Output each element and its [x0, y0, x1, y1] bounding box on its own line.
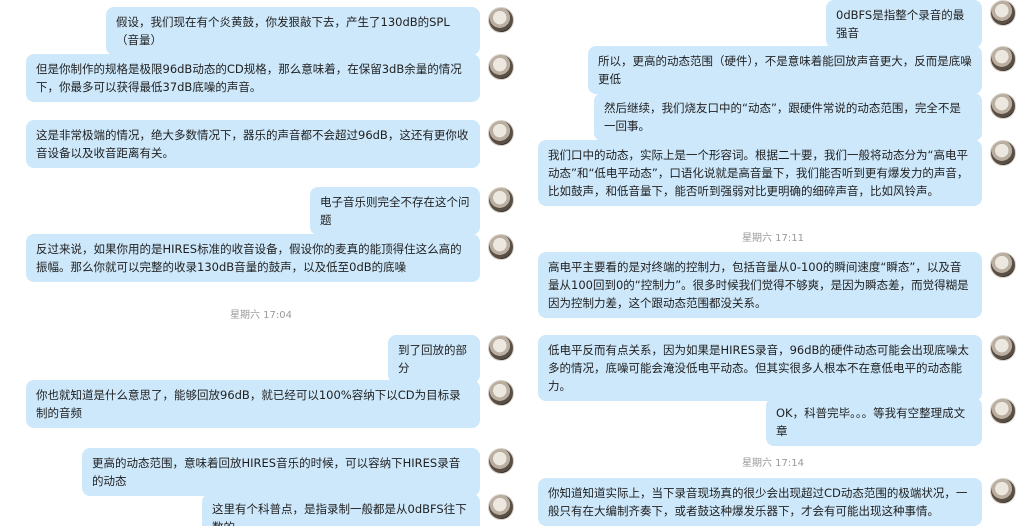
chat-panel-left: 假设，我们现在有个炎黄鼓，你发狠敲下去，产生了130dB的SPL（音量） 但是你…	[0, 0, 522, 526]
user-avatar[interactable]	[488, 448, 514, 474]
message-bubble[interactable]: 但是你制作的规格是极限96dB动态的CD规格，那么意味着，在保留3dB余量的情况…	[26, 54, 480, 102]
message-row: 假设，我们现在有个炎黄鼓，你发狠敲下去，产生了130dB的SPL（音量）	[106, 7, 514, 55]
user-avatar[interactable]	[488, 234, 514, 260]
timestamp: 星期六 17:14	[742, 458, 804, 469]
message-bubble[interactable]: 这里有个科普点，是指录制一般都是从0dBFS往下数的	[202, 494, 480, 526]
message-row: 你知道知道实际上，当下录音现场真的很少会出现超过CD动态范围的极端状况，一般只有…	[538, 478, 1016, 526]
message-row: 到了回放的部分	[388, 335, 514, 383]
message-bubble[interactable]: 你也就知道是什么意思了，能够回放96dB，就已经可以100%容纳下以CD为目标录…	[26, 380, 480, 428]
message-row: 我们口中的动态，实际上是一个形容词。根据二十要，我们一般将动态分为“高电平动态”…	[538, 140, 1016, 206]
user-avatar[interactable]	[488, 54, 514, 80]
message-bubble[interactable]: OK，科普完毕。。。等我有空整理成文章	[766, 398, 982, 446]
user-avatar[interactable]	[990, 140, 1016, 166]
message-bubble[interactable]: 反过来说，如果你用的是HIRES标准的收音设备，假设你的麦真的能顶得住这么高的振…	[26, 234, 480, 282]
user-avatar[interactable]	[990, 46, 1016, 72]
user-avatar[interactable]	[990, 0, 1016, 26]
message-bubble[interactable]: 到了回放的部分	[388, 335, 480, 383]
message-row: 但是你制作的规格是极限96dB动态的CD规格，那么意味着，在保留3dB余量的情况…	[26, 54, 514, 102]
message-row: 更高的动态范围，意味着回放HIRES音乐的时候，可以容纳下HIRES录音的动态	[82, 448, 514, 496]
user-avatar[interactable]	[488, 120, 514, 146]
user-avatar[interactable]	[990, 478, 1016, 504]
message-row: 所以，更高的动态范围（硬件），不是意味着能回放声音更大，反而是底噪更低	[588, 46, 1016, 94]
message-row: 然后继续，我们烧友口中的“动态”，跟硬件常说的动态范围，完全不是一回事。	[594, 93, 1016, 141]
message-bubble[interactable]: 更高的动态范围，意味着回放HIRES音乐的时候，可以容纳下HIRES录音的动态	[82, 448, 480, 496]
user-avatar[interactable]	[990, 335, 1016, 361]
message-row: 低电平反而有点关系，因为如果是HIRES录音，96dB的硬件动态可能会出现底噪太…	[538, 335, 1016, 401]
user-avatar[interactable]	[488, 494, 514, 520]
message-bubble[interactable]: 你知道知道实际上，当下录音现场真的很少会出现超过CD动态范围的极端状况，一般只有…	[538, 478, 982, 526]
message-row: 高电平主要看的是对终端的控制力，包括音量从0-100的瞬间速度“瞬态”，以及音量…	[538, 252, 1016, 318]
timestamp: 星期六 17:11	[742, 233, 804, 244]
message-row: 0dBFS是指整个录音的最强音	[826, 0, 1016, 48]
user-avatar[interactable]	[990, 398, 1016, 424]
message-bubble[interactable]: 假设，我们现在有个炎黄鼓，你发狠敲下去，产生了130dB的SPL（音量）	[106, 7, 480, 55]
message-bubble[interactable]: 0dBFS是指整个录音的最强音	[826, 0, 982, 48]
user-avatar[interactable]	[990, 93, 1016, 119]
user-avatar[interactable]	[990, 252, 1016, 278]
message-row: OK，科普完毕。。。等我有空整理成文章	[766, 398, 1016, 446]
message-row: 这里有个科普点，是指录制一般都是从0dBFS往下数的	[202, 494, 514, 526]
message-row: 这是非常极端的情况，绝大多数情况下，器乐的声音都不会超过96dB，这还有更你收音…	[26, 120, 514, 168]
message-row: 反过来说，如果你用的是HIRES标准的收音设备，假设你的麦真的能顶得住这么高的振…	[26, 234, 514, 282]
user-avatar[interactable]	[488, 335, 514, 361]
message-row: 电子音乐则完全不存在这个问题	[310, 187, 514, 235]
user-avatar[interactable]	[488, 7, 514, 33]
message-bubble[interactable]: 电子音乐则完全不存在这个问题	[310, 187, 480, 235]
chat-panel-right: 0dBFS是指整个录音的最强音 所以，更高的动态范围（硬件），不是意味着能回放声…	[522, 0, 1024, 526]
message-bubble[interactable]: 然后继续，我们烧友口中的“动态”，跟硬件常说的动态范围，完全不是一回事。	[594, 93, 982, 141]
user-avatar[interactable]	[488, 380, 514, 406]
message-row: 你也就知道是什么意思了，能够回放96dB，就已经可以100%容纳下以CD为目标录…	[26, 380, 514, 428]
message-bubble[interactable]: 我们口中的动态，实际上是一个形容词。根据二十要，我们一般将动态分为“高电平动态”…	[538, 140, 982, 206]
timestamp: 星期六 17:04	[230, 310, 292, 321]
message-bubble[interactable]: 所以，更高的动态范围（硬件），不是意味着能回放声音更大，反而是底噪更低	[588, 46, 982, 94]
message-bubble[interactable]: 这是非常极端的情况，绝大多数情况下，器乐的声音都不会超过96dB，这还有更你收音…	[26, 120, 480, 168]
message-bubble[interactable]: 低电平反而有点关系，因为如果是HIRES录音，96dB的硬件动态可能会出现底噪太…	[538, 335, 982, 401]
message-bubble[interactable]: 高电平主要看的是对终端的控制力，包括音量从0-100的瞬间速度“瞬态”，以及音量…	[538, 252, 982, 318]
user-avatar[interactable]	[488, 187, 514, 213]
